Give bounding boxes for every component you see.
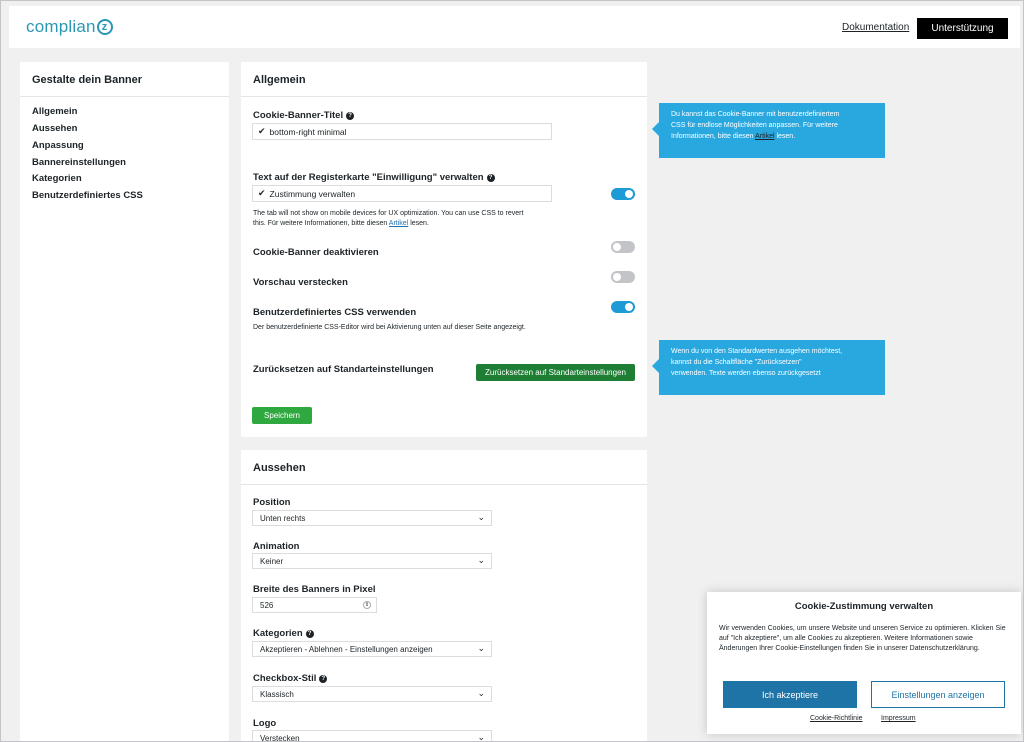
banner-title-input[interactable]: ✔ bottom-right minimal <box>252 123 552 140</box>
tooltip-line: CSS für endlose Möglichkeiten anpassen. … <box>671 122 838 129</box>
checkmark-icon: ✔ <box>258 188 266 198</box>
chevron-down-icon: ⌄ <box>477 512 485 522</box>
save-button[interactable]: Speichern <box>252 407 312 424</box>
disable-banner-label: Cookie-Banner deaktivieren <box>253 247 379 258</box>
sidebar: Gestalte dein Banner Allgemein Aussehen … <box>20 62 229 741</box>
tab-note-end: lesen. <box>410 220 429 227</box>
logo-label: Logo <box>253 718 277 729</box>
help-icon[interactable]: ? <box>319 674 328 683</box>
position-value: Unten rechts <box>260 513 306 523</box>
custom-css-label: Benutzerdefiniertes CSS verwenden <box>253 307 417 318</box>
categories-value: Akzeptieren - Ablehnen - Einstellungen a… <box>260 644 433 654</box>
tab-note-article-link[interactable]: Artikel <box>389 220 408 227</box>
banner-width-value: 526 <box>260 600 274 610</box>
general-panel: Allgemein Cookie-Banner-Titel? ✔ bottom-r… <box>241 62 647 437</box>
help-icon[interactable]: ? <box>486 173 495 182</box>
tab-text-label: Text auf der Registerkarte "Einwilligung… <box>253 172 495 183</box>
tab-note-line-1: The tab will not show on mobile devices … <box>253 210 524 217</box>
tooltip-line: Du kannst das Cookie-Banner mit benutzer… <box>671 111 840 118</box>
chevron-down-icon: ⌄ <box>477 732 485 742</box>
help-icon[interactable]: ? <box>346 111 355 120</box>
tab-note-line-2: this. Für weitere Informationen, bitte d… <box>253 220 388 227</box>
tooltip-line: Informationen, bitte diesen <box>671 133 754 140</box>
help-icon[interactable]: ? <box>305 629 314 638</box>
custom-css-note: Der benutzerdefinierte CSS-Editor wird b… <box>253 324 526 331</box>
cookie-banner-preview: Cookie-Zustimmung verwalten Wir verwende… <box>707 592 1021 734</box>
imprint-link[interactable]: Impressum <box>881 715 916 722</box>
logo-value: Verstecken <box>260 733 300 742</box>
toggle-knob <box>625 190 633 198</box>
reset-label: Zurücksetzen auf Standarteinstellungen <box>253 364 434 375</box>
sidebar-title: Gestalte dein Banner <box>32 74 143 86</box>
banner-title-value: bottom-right minimal <box>269 126 347 137</box>
sidebar-item-anpassung[interactable]: Anpassung <box>32 140 84 151</box>
divider <box>241 484 647 485</box>
categories-select[interactable]: Akzeptieren - Ablehnen - Einstellungen a… <box>252 641 492 657</box>
tab-text-input[interactable]: ✔ Zustimmung verwalten <box>252 185 552 202</box>
categories-label: Kategorien? <box>253 628 314 639</box>
banner-title-label: Cookie-Banner-Titel? <box>253 110 355 121</box>
chevron-down-icon: ⌄ <box>477 688 485 698</box>
tooltip-line: Wenn du von den Standardwerten ausgehen … <box>671 348 843 355</box>
panel-title: Allgemein <box>253 74 306 86</box>
complianz-logo[interactable]: complian z <box>26 17 113 37</box>
top-bar: complian z Dokumentation Unterstützung <box>9 6 1020 48</box>
checkbox-style-select[interactable]: Klassisch ⌄ <box>252 686 492 702</box>
tab-note: The tab will not show on mobile devices … <box>253 209 563 229</box>
disable-banner-toggle[interactable] <box>611 241 635 253</box>
categories-label-text: Kategorien <box>253 628 303 639</box>
hide-preview-toggle[interactable] <box>611 271 635 283</box>
animation-label: Animation <box>253 541 300 552</box>
checkbox-style-label-text: Checkbox-Stil <box>253 673 317 684</box>
sidebar-item-custom-css[interactable]: Benutzerdefiniertes CSS <box>32 190 143 201</box>
toggle-knob <box>625 303 633 311</box>
hide-preview-label: Vorschau verstecken <box>253 277 348 288</box>
checkbox-style-value: Klassisch <box>260 689 294 699</box>
sidebar-item-aussehen[interactable]: Aussehen <box>32 123 77 134</box>
app-frame: complian z Dokumentation Unterstützung Ge… <box>0 0 1024 742</box>
tooltip-line: kannst du die Schaltfläche "Zurücksetzen… <box>671 359 802 366</box>
cookie-banner-text: Wir verwenden Cookies, um unsere Website… <box>719 625 1006 652</box>
reset-tooltip: Wenn du von den Standardwerten ausgehen … <box>652 340 885 395</box>
reset-defaults-button[interactable]: Zurücksetzen auf Standarteinstellungen <box>476 364 635 381</box>
tooltip-article-link[interactable]: Artikel <box>755 133 774 140</box>
tab-text-value: Zustimmung verwalten <box>269 188 356 199</box>
panel-title: Aussehen <box>253 462 306 474</box>
show-settings-button[interactable]: Einstellungen anzeigen <box>871 681 1005 708</box>
accept-cookies-button[interactable]: Ich akzeptiere <box>723 681 857 708</box>
cookie-policy-link[interactable]: Cookie-Richtlinie <box>810 715 863 722</box>
logo-select[interactable]: Verstecken ⌄ <box>252 730 492 742</box>
custom-css-toggle[interactable] <box>611 301 635 313</box>
support-button[interactable]: Unterstützung <box>917 18 1008 39</box>
sidebar-item-bannereinstellungen[interactable]: Bannereinstellungen <box>32 157 126 168</box>
toggle-knob <box>613 273 621 281</box>
tab-text-label-text: Text auf der Registerkarte "Einwilligung… <box>253 172 484 183</box>
animation-select[interactable]: Keiner ⌄ <box>252 553 492 569</box>
chevron-down-icon: ⌄ <box>477 555 485 565</box>
cookie-banner-title: Cookie-Zustimmung verwalten <box>794 601 934 612</box>
position-select[interactable]: Unten rechts ⌄ <box>252 510 492 526</box>
divider <box>241 96 647 97</box>
banner-title-label-text: Cookie-Banner-Titel <box>253 110 344 121</box>
checkbox-style-label: Checkbox-Stil? <box>253 673 328 684</box>
divider <box>20 96 229 97</box>
toggle-knob <box>613 243 621 251</box>
tooltip-line: verwenden. Texte werden ebenso zurückges… <box>671 370 821 377</box>
banner-width-input[interactable]: 526 ⇕ <box>252 597 377 613</box>
tooltip-line: lesen. <box>776 133 796 140</box>
checkmark-icon: ✔ <box>258 126 266 136</box>
spinner-icon[interactable]: ⇕ <box>363 601 371 609</box>
tab-toggle[interactable] <box>611 188 635 200</box>
sidebar-item-allgemein[interactable]: Allgemein <box>32 106 77 117</box>
logo-z-icon: z <box>96 19 113 35</box>
banner-width-label: Breite des Banners in Pixel <box>253 584 376 595</box>
custom-css-tooltip: Du kannst das Cookie-Banner mit benutzer… <box>652 103 885 158</box>
documentation-link[interactable]: Dokumentation <box>842 22 909 33</box>
sidebar-item-kategorien[interactable]: Kategorien <box>32 173 82 184</box>
appearance-panel: Aussehen Position Unten rechts ⌄ Animatio… <box>241 450 647 742</box>
animation-value: Keiner <box>260 556 284 566</box>
logo-text: complian <box>26 17 96 36</box>
position-label: Position <box>253 497 291 508</box>
chevron-down-icon: ⌄ <box>477 643 485 653</box>
